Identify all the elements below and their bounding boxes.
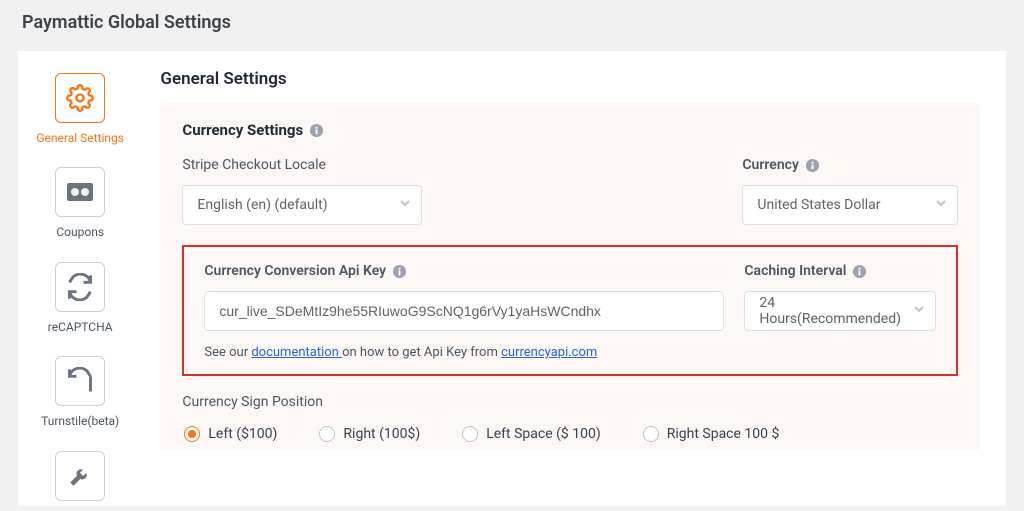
radio-label: Right Space 100 $	[667, 426, 780, 442]
sidebar-item-label: Turnstile(beta)	[41, 414, 119, 428]
sidebar-item-recaptcha[interactable]: reCAPTCHA	[32, 262, 128, 334]
api-key-input[interactable]	[204, 291, 724, 331]
radio-label: Left ($100)	[208, 426, 277, 442]
caching-interval-label: Caching Interval	[744, 263, 936, 279]
currency-sign-position-label: Currency Sign Position	[182, 386, 958, 426]
sign-position-left-space[interactable]: Left Space ($ 100)	[462, 426, 601, 442]
chevron-down-icon	[913, 303, 925, 319]
documentation-link[interactable]: documentation	[251, 345, 342, 360]
doc-prefix: See our	[204, 345, 251, 360]
radio-dot-icon	[184, 426, 200, 442]
coupons-icon	[55, 167, 105, 217]
sidebar-item-turnstile[interactable]: Turnstile(beta)	[32, 356, 128, 428]
info-icon[interactable]	[309, 123, 324, 138]
info-icon[interactable]	[392, 264, 407, 279]
currency-select[interactable]: United States Dollar	[742, 185, 958, 225]
chevron-down-icon	[399, 197, 411, 213]
info-icon[interactable]	[805, 158, 820, 173]
sidebar-item-label: General Settings	[36, 131, 124, 145]
radio-label: Right (100$)	[343, 426, 420, 442]
doc-middle: on how to get Api Key from	[342, 345, 501, 360]
chevron-down-icon	[935, 197, 947, 213]
radio-label: Left Space ($ 100)	[486, 426, 601, 442]
currency-settings-heading: Currency Settings	[182, 121, 958, 139]
main-card: General Settings Coupons reCAPTCHA Turns…	[18, 51, 1006, 506]
caching-interval-select[interactable]: 24 Hours(Recommended)	[744, 291, 936, 331]
radio-dot-icon	[462, 426, 478, 442]
stripe-locale-select[interactable]: English (en) (default)	[182, 185, 422, 225]
tools-icon	[55, 451, 105, 501]
locale-label: Stripe Checkout Locale	[182, 157, 702, 173]
radio-dot-icon	[643, 426, 659, 442]
api-key-highlight: Currency Conversion Api Key Caching Inte…	[182, 245, 958, 376]
currency-label: Currency	[742, 157, 958, 173]
sign-position-radio-group: Left ($100) Right (100$) Left Space ($ 1…	[182, 426, 958, 442]
content-title: General Settings	[160, 69, 980, 89]
sidebar-item-coupons[interactable]: Coupons	[32, 167, 128, 239]
page-title: Paymattic Global Settings	[0, 0, 1024, 51]
sidebar-item-label: Coupons	[56, 225, 104, 239]
currency-settings-panel: Currency Settings Stripe Checkout Locale…	[160, 103, 980, 450]
sign-position-left[interactable]: Left ($100)	[184, 426, 277, 442]
sign-position-right-space[interactable]: Right Space 100 $	[643, 426, 780, 442]
settings-sidebar: General Settings Coupons reCAPTCHA Turns…	[18, 51, 142, 506]
turnstile-icon	[55, 356, 105, 406]
sign-position-right[interactable]: Right (100$)	[319, 426, 420, 442]
recaptcha-icon	[55, 262, 105, 312]
select-value: English (en) (default)	[197, 197, 327, 213]
api-key-label: Currency Conversion Api Key	[204, 263, 724, 279]
section-title-text: Currency Settings	[182, 121, 303, 139]
select-value: 24 Hours(Recommended)	[759, 295, 901, 327]
sidebar-item-general-settings[interactable]: General Settings	[32, 73, 128, 145]
info-icon[interactable]	[852, 264, 867, 279]
content-area: General Settings Currency Settings Strip…	[142, 51, 1006, 506]
gear-icon	[55, 73, 105, 123]
currency-label-text: Currency	[742, 157, 799, 173]
caching-label-text: Caching Interval	[744, 263, 846, 279]
api-key-label-text: Currency Conversion Api Key	[204, 263, 386, 279]
select-value: United States Dollar	[757, 197, 880, 213]
documentation-line: See our documentation on how to get Api …	[204, 345, 936, 360]
radio-dot-icon	[319, 426, 335, 442]
currencyapi-link[interactable]: currencyapi.com	[501, 345, 597, 360]
sidebar-item-tools[interactable]: Tools	[32, 451, 128, 511]
sidebar-item-label: reCAPTCHA	[48, 320, 113, 334]
